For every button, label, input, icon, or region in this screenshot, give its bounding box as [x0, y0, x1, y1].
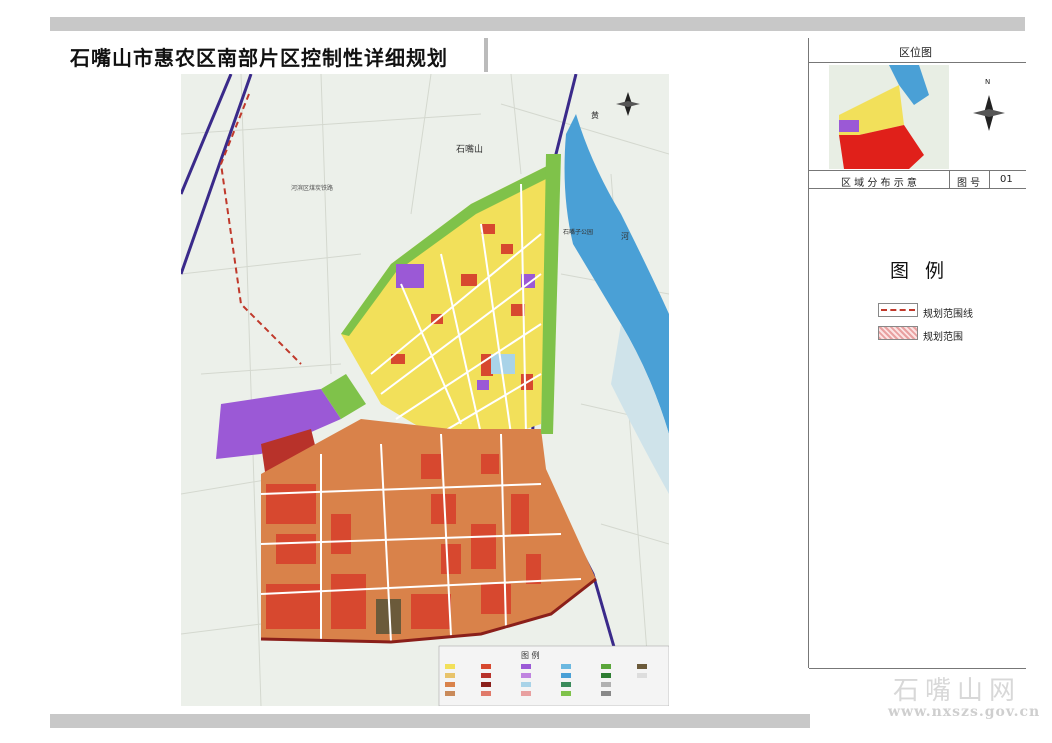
- bottom-frame-bar: [50, 714, 810, 728]
- map-svg: 石嘴山 石嘴子公园 黄 河 河滨区煤炭铁路 图 例: [181, 74, 669, 706]
- sheet-number: 01: [1000, 174, 1013, 185]
- divider: [989, 170, 990, 188]
- location-caption: 区 域 分 布 示 意: [841, 178, 917, 189]
- mini-legend-box: [438, 645, 669, 706]
- boundary-dashed: [219, 93, 302, 365]
- watermark-url: www.nxszs.gov.cn: [888, 704, 1041, 720]
- legend-title: 图 例: [890, 260, 950, 282]
- top-frame-bar: [50, 17, 1025, 31]
- north-arrow-icon: [973, 95, 1005, 131]
- mini-legend-title: 图 例: [521, 650, 540, 660]
- side-panel: 区位图 N 区 域 分 布 示 意 图 号 01: [808, 38, 1026, 669]
- divider: [809, 188, 1026, 189]
- title-box: 石嘴山市惠农区南部片区控制性详细规划: [50, 38, 488, 72]
- north-label: N: [985, 78, 991, 86]
- legend-item-area: 规划范围: [923, 332, 963, 343]
- main-map: 石嘴山 石嘴子公园 黄 河 河滨区煤炭铁路 图 例: [181, 74, 669, 706]
- map-label-city: 石嘴山: [456, 144, 483, 155]
- railway-line: [181, 74, 253, 275]
- map-label-park: 石嘴子公园: [563, 228, 593, 236]
- page-title: 石嘴山市惠农区南部片区控制性详细规划: [70, 46, 448, 70]
- map-label-river-2: 河: [621, 231, 629, 241]
- watermark: 石嘴山网 www.nxszs.gov.cn: [808, 668, 1052, 723]
- divider: [809, 170, 1026, 171]
- map-north-arrow: [616, 92, 640, 116]
- sheet-label: 图 号: [957, 178, 981, 189]
- divider: [949, 170, 950, 188]
- map-label-district: 河滨区煤炭铁路: [291, 184, 333, 192]
- location-map-title: 区位图: [899, 46, 932, 59]
- watermark-logo-text: 石嘴山网: [893, 676, 1022, 706]
- location-thumbnail: [829, 65, 949, 169]
- legend-area-swatch: [878, 326, 918, 340]
- map-label-river-1: 黄: [591, 110, 599, 120]
- legend-item-boundary-line: 规划范围线: [923, 309, 973, 320]
- legend-line-swatch: [878, 303, 918, 317]
- divider: [809, 62, 1026, 63]
